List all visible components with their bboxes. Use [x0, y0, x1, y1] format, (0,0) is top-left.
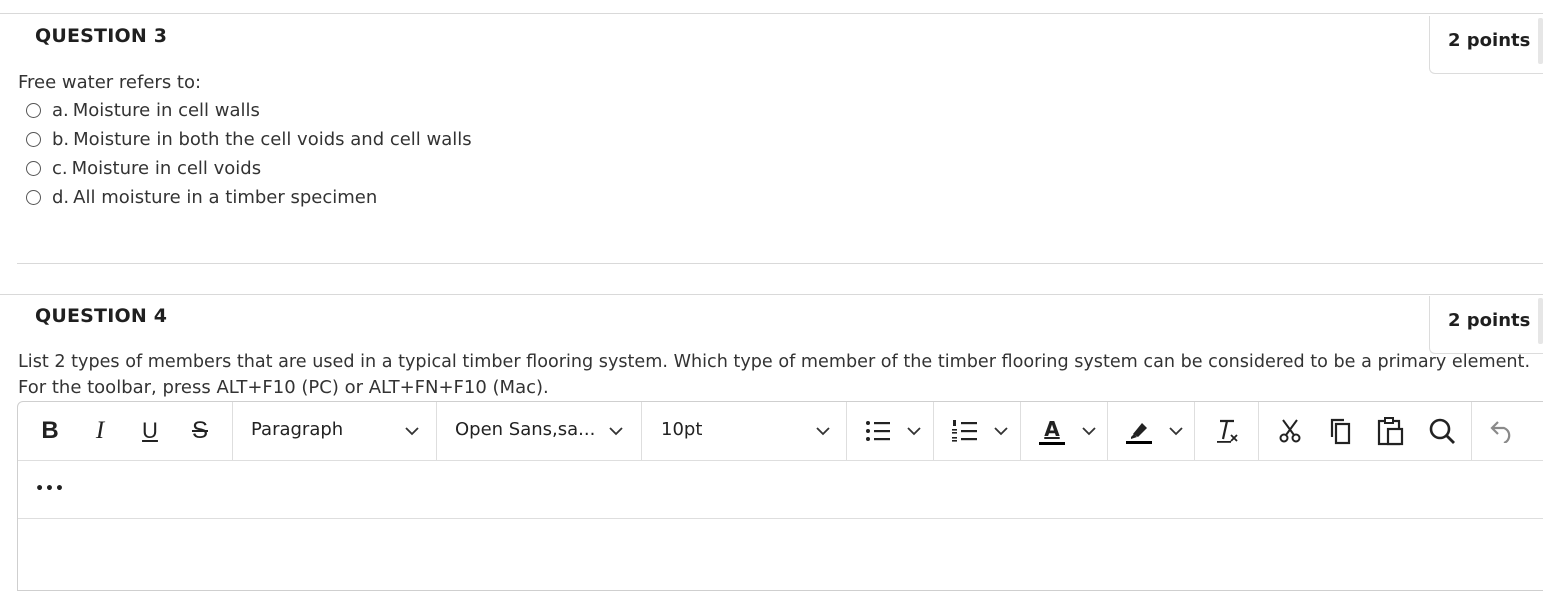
question-3-prompt: Free water refers to: [18, 72, 202, 93]
bold-button[interactable]: B [36, 416, 64, 446]
text-color-icon: A [1044, 416, 1060, 441]
option-letter: c. [52, 157, 68, 179]
paste-button[interactable] [1376, 416, 1406, 446]
option-text: Moisture in cell voids [71, 157, 262, 179]
underline-button[interactable]: U [136, 416, 164, 446]
chevron-down-icon [816, 427, 830, 436]
toolbar-separator [1471, 402, 1472, 460]
top-divider [0, 13, 1543, 14]
question-3-title: QUESTION 3 [35, 25, 168, 47]
text-color-swatch [1039, 441, 1065, 445]
question-4-prompt: List 2 types of members that are used in… [18, 352, 1531, 372]
option-letter: a. [52, 99, 69, 121]
rich-text-editor: B I U S Paragraph Open Sans,sa... 10pt A… [17, 401, 1543, 591]
q3-option-c[interactable]: c. Moisture in cell voids [26, 156, 261, 180]
toolbar-separator [1194, 402, 1195, 460]
option-letter: b. [52, 128, 70, 150]
question-3-points: 2 points [1448, 30, 1531, 51]
paste-icon [1377, 417, 1404, 446]
strikethrough-button[interactable]: S [186, 416, 214, 446]
highlight-icon [1126, 423, 1152, 444]
copy-button[interactable] [1326, 416, 1354, 446]
more-icon: ••• [35, 481, 65, 497]
bold-icon: B [41, 417, 59, 444]
italic-icon: I [95, 417, 105, 444]
bullet-list-button[interactable] [864, 416, 892, 446]
font-family-value: Open Sans,sa... [455, 419, 596, 440]
radio-button[interactable] [26, 102, 41, 118]
clear-formatting-icon [1217, 419, 1238, 443]
underline-icon: U [142, 418, 158, 443]
option-text: Moisture in cell walls [72, 99, 260, 121]
search-button[interactable] [1427, 416, 1457, 446]
block-format-value: Paragraph [251, 419, 344, 440]
question-4-points: 2 points [1448, 310, 1531, 331]
cut-icon [1279, 419, 1301, 443]
question-4-points-box: 2 points [1429, 296, 1543, 354]
chevron-down-icon[interactable] [1082, 426, 1096, 436]
question-3-bottom-divider [17, 263, 1543, 264]
chevron-down-icon [609, 427, 623, 436]
font-size-value: 10pt [661, 419, 703, 440]
clear-formatting-button[interactable] [1213, 416, 1241, 446]
radio-button[interactable] [26, 131, 41, 147]
numbered-list-button[interactable] [951, 416, 979, 446]
toolbar-separator [1020, 402, 1021, 460]
toolbar-separator [1258, 402, 1259, 460]
block-format-dropdown[interactable]: Paragraph [233, 402, 436, 460]
q3-option-d[interactable]: d. All moisture in a timber specimen [26, 185, 377, 209]
editor-toolbar-overflow: ••• [18, 460, 1543, 519]
toolbar-separator [933, 402, 934, 460]
more-button[interactable]: ••• [35, 474, 65, 504]
toolbar-hint: For the toolbar, press ALT+F10 (PC) or A… [18, 377, 549, 398]
chevron-down-icon[interactable] [907, 426, 921, 436]
editor-toolbar: B I U S Paragraph Open Sans,sa... 10pt A [18, 402, 1543, 461]
undo-icon [1490, 421, 1511, 443]
points-box-edge [1538, 298, 1543, 344]
chevron-down-icon[interactable] [994, 426, 1008, 436]
toolbar-separator [1107, 402, 1108, 460]
text-color-button[interactable]: A [1038, 416, 1066, 446]
question-4-title: QUESTION 4 [35, 305, 168, 327]
font-family-dropdown[interactable]: Open Sans,sa... [437, 402, 641, 460]
chevron-down-icon [405, 427, 419, 436]
strikethrough-icon: S [191, 417, 208, 444]
editor-content-area[interactable] [18, 519, 1543, 591]
option-text: All moisture in a timber specimen [73, 186, 378, 208]
question-4-top-divider [0, 294, 1543, 295]
chevron-down-icon[interactable] [1169, 426, 1183, 436]
points-box-edge [1538, 18, 1543, 64]
radio-button[interactable] [26, 160, 41, 176]
italic-button[interactable]: I [86, 416, 114, 446]
cut-button[interactable] [1276, 416, 1304, 446]
copy-icon [1330, 418, 1351, 445]
option-text: Moisture in both the cell voids and cell… [73, 128, 472, 150]
q3-option-b[interactable]: b. Moisture in both the cell voids and c… [26, 127, 472, 151]
bullet-list-icon [866, 421, 890, 441]
option-letter: d. [52, 186, 70, 208]
q3-option-a[interactable]: a. Moisture in cell walls [26, 98, 260, 122]
numbered-list-icon [952, 420, 977, 442]
search-icon [1429, 418, 1455, 444]
highlight-button[interactable] [1124, 416, 1154, 446]
question-3-points-box: 2 points [1429, 16, 1543, 74]
toolbar-separator [846, 402, 847, 460]
font-size-dropdown[interactable]: 10pt [642, 402, 846, 460]
undo-button[interactable] [1488, 416, 1516, 446]
radio-button[interactable] [26, 189, 41, 205]
